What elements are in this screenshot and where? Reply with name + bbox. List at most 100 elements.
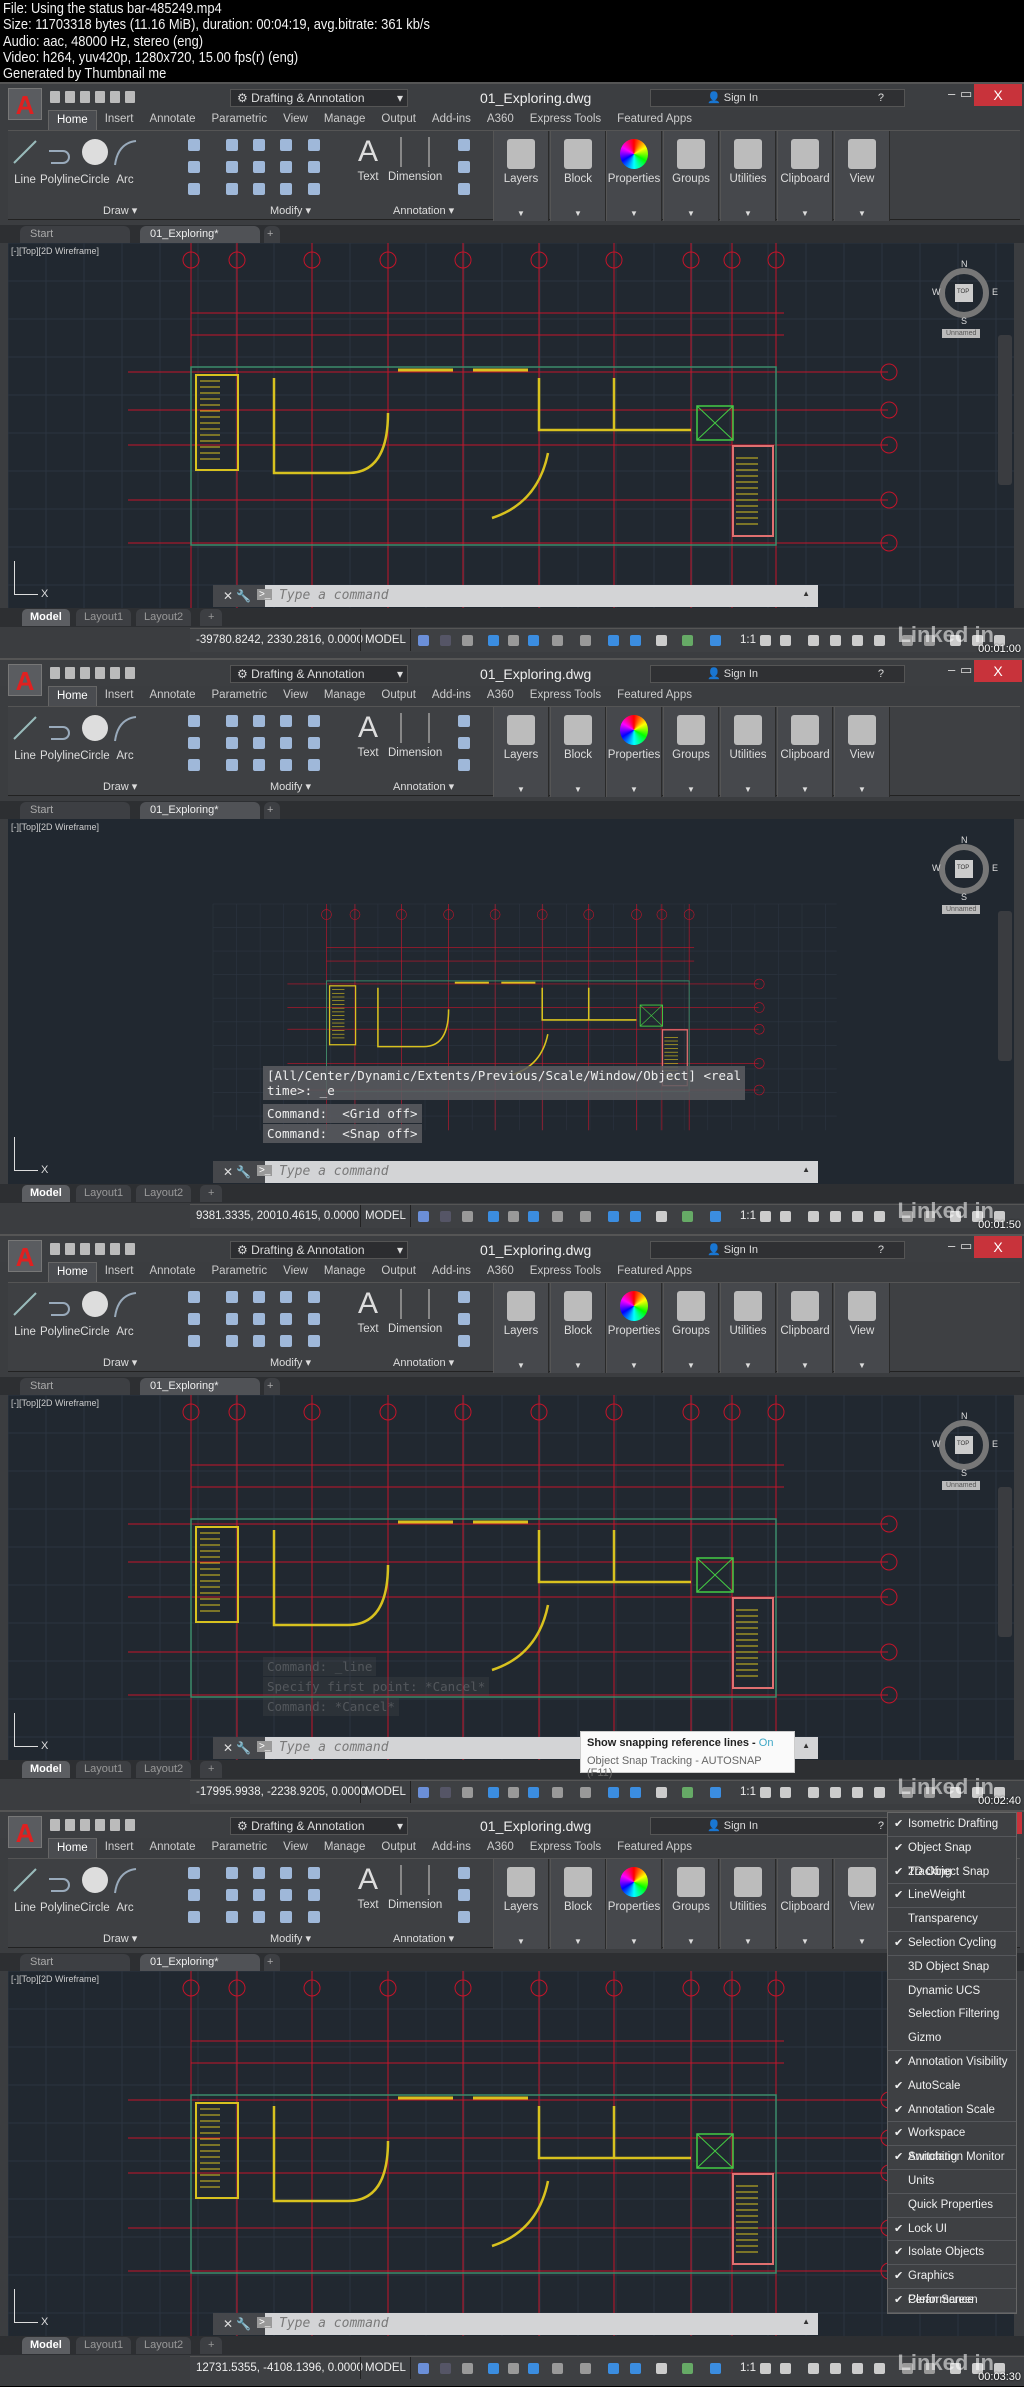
application-menu-button[interactable]: A: [8, 664, 42, 696]
quick-access-icon[interactable]: [80, 667, 90, 679]
minimize-button[interactable]: –: [948, 1238, 955, 1253]
command-line[interactable]: ✕ 🔧 >_ Type a command ▲: [213, 585, 818, 607]
tool-icon[interactable]: [188, 183, 200, 195]
status-toggle-icon[interactable]: [552, 635, 563, 646]
status-toggle-icon[interactable]: [608, 2363, 619, 2374]
chevron-down-icon[interactable]: ▼: [551, 209, 605, 218]
tool-icon[interactable]: [280, 161, 292, 173]
draw-arc-button[interactable]: Arc: [110, 137, 140, 186]
tool-icon[interactable]: [226, 737, 238, 749]
ribbon-tab[interactable]: Manage: [316, 1262, 374, 1282]
quick-access-icon[interactable]: [95, 667, 105, 679]
chevron-down-icon[interactable]: ▼: [664, 209, 718, 218]
workspace-dropdown[interactable]: ⚙ Drafting & Annotation ▾: [230, 1241, 408, 1259]
clipboard-panel-button[interactable]: Clipboard ▼: [777, 131, 833, 221]
tool-icon[interactable]: [188, 1335, 200, 1347]
ucs-menu[interactable]: Unnamed: [942, 1481, 981, 1490]
status-toggle-icon[interactable]: [808, 1211, 819, 1222]
wrench-icon[interactable]: 🔧: [236, 1165, 251, 1179]
workspace-dropdown[interactable]: ⚙ Drafting & Annotation ▾: [230, 89, 408, 107]
layout-tab-layout1[interactable]: Layout1: [76, 2337, 132, 2354]
ribbon-tab[interactable]: Featured Apps: [609, 686, 700, 706]
chevron-down-icon[interactable]: ▼: [551, 785, 605, 794]
status-toggle-icon[interactable]: [528, 1211, 539, 1222]
status-toggle-icon[interactable]: [488, 2363, 499, 2374]
draw-polyline-button[interactable]: Polyline: [40, 1289, 80, 1338]
status-toggle-icon[interactable]: [418, 1787, 429, 1798]
menu-item[interactable]: ✔ Clean Screen: [888, 2289, 1016, 2313]
block-panel-button[interactable]: Block ▼: [550, 707, 606, 797]
chevron-down-icon[interactable]: ▼: [607, 1937, 661, 1946]
menu-item[interactable]: ✔ Annotation Visibility: [888, 2051, 1016, 2075]
status-toggle-icon[interactable]: [830, 635, 841, 646]
chevron-down-icon[interactable]: ▼: [721, 209, 775, 218]
status-toggle-icon[interactable]: [508, 635, 519, 646]
command-history-toggle[interactable]: ▲: [802, 589, 810, 598]
coordinates-readout[interactable]: -17995.9938, -2238.9205, 0.0000: [196, 1781, 367, 1803]
ribbon-tab[interactable]: Output: [373, 1838, 424, 1858]
panel-title[interactable]: Modify ▾: [270, 204, 311, 217]
dimension-button[interactable]: Dimension: [388, 713, 442, 759]
status-toggle-icon[interactable]: [418, 635, 429, 646]
status-toggle-icon[interactable]: [552, 1787, 563, 1798]
text-button[interactable]: A Text: [353, 1865, 383, 1912]
tool-icon[interactable]: [188, 161, 200, 173]
status-toggle-icon[interactable]: [780, 1787, 791, 1798]
annotation-scale[interactable]: 1:1: [740, 1781, 756, 1803]
status-toggle-icon[interactable]: [830, 1787, 841, 1798]
status-toggle-icon[interactable]: [874, 1211, 885, 1222]
chevron-down-icon[interactable]: ▼: [778, 209, 832, 218]
tool-icon[interactable]: [226, 1911, 238, 1923]
properties-panel-button[interactable]: Properties ▼: [606, 131, 662, 221]
chevron-down-icon[interactable]: ▼: [551, 1361, 605, 1370]
restore-button[interactable]: ▭: [960, 1238, 972, 1254]
properties-panel-button[interactable]: Properties ▼: [606, 1859, 662, 1949]
tool-icon[interactable]: [280, 1867, 292, 1879]
quick-access-icon[interactable]: [65, 1819, 75, 1831]
tool-icon[interactable]: [253, 1313, 265, 1325]
status-toggle-icon[interactable]: [852, 635, 863, 646]
ribbon-tab[interactable]: Express Tools: [522, 1838, 609, 1858]
menu-item[interactable]: ✔ Annotation Monitor: [888, 2146, 1016, 2170]
doc-tab-start[interactable]: Start: [20, 1378, 130, 1395]
groups-panel-button[interactable]: Groups ▼: [663, 707, 719, 797]
model-space-button[interactable]: MODEL: [360, 629, 411, 651]
ribbon-tab[interactable]: Insert: [97, 110, 142, 130]
draw-circle-button[interactable]: Circle: [80, 1289, 110, 1338]
tool-icon[interactable]: [308, 1335, 320, 1347]
tool-icon[interactable]: [458, 139, 470, 151]
sign-in-button[interactable]: 👤 Sign In?: [650, 1241, 905, 1259]
status-toggle-icon[interactable]: [830, 2363, 841, 2374]
tool-icon[interactable]: [226, 1889, 238, 1901]
drawing-viewport[interactable]: [-][Top][2D Wireframe] N S W E TOP Unnam…: [8, 1395, 1014, 1760]
layout-tab-layout1[interactable]: Layout1: [76, 1185, 132, 1202]
quick-access-icon[interactable]: [80, 1819, 90, 1831]
tool-icon[interactable]: [226, 759, 238, 771]
ribbon-tab[interactable]: A360: [479, 1262, 522, 1282]
status-toggle-icon[interactable]: [760, 635, 771, 646]
ribbon-tab[interactable]: Insert: [97, 686, 142, 706]
status-toggle-icon[interactable]: [552, 1211, 563, 1222]
draw-arc-button[interactable]: Arc: [110, 1865, 140, 1914]
ribbon-tab[interactable]: Featured Apps: [609, 1838, 700, 1858]
tool-icon[interactable]: [458, 1291, 470, 1303]
status-toggle-icon[interactable]: [656, 2363, 667, 2374]
chevron-down-icon[interactable]: ▼: [721, 1937, 775, 1946]
chevron-down-icon[interactable]: ▼: [721, 785, 775, 794]
tool-icon[interactable]: [458, 737, 470, 749]
ribbon-tab[interactable]: Featured Apps: [609, 1262, 700, 1282]
model-space-button[interactable]: MODEL: [360, 1781, 411, 1803]
draw-circle-button[interactable]: Circle: [80, 137, 110, 186]
ribbon-tab[interactable]: Add-ins: [424, 1262, 479, 1282]
tool-icon[interactable]: [308, 1911, 320, 1923]
menu-item[interactable]: ✔ Object Snap Tracking: [888, 1837, 1016, 1878]
status-toggle-icon[interactable]: [682, 2363, 693, 2374]
menu-item[interactable]: ✔ Isometric Drafting: [888, 1813, 1016, 1837]
view-panel-button[interactable]: View ▼: [834, 1283, 890, 1373]
tool-icon[interactable]: [458, 1313, 470, 1325]
view-panel-button[interactable]: View ▼: [834, 707, 890, 797]
draw-line-button[interactable]: Line: [10, 137, 40, 186]
quick-access-icon[interactable]: [80, 91, 90, 103]
status-toggle-icon[interactable]: [580, 1211, 591, 1222]
help-icon[interactable]: ?: [878, 666, 884, 682]
